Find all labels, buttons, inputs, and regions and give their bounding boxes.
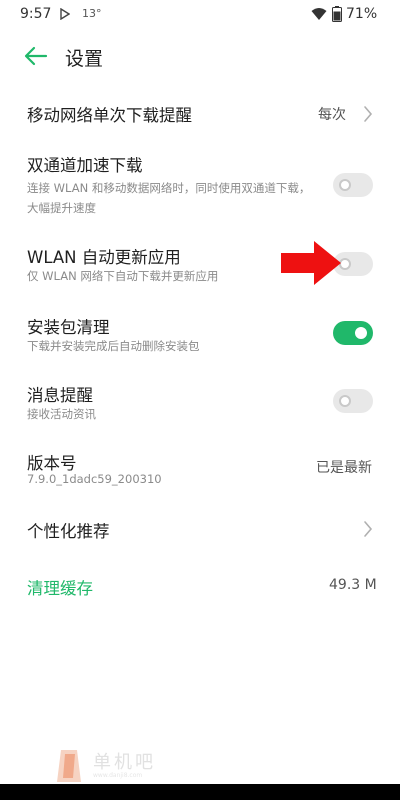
- package-cleanup-toggle[interactable]: [333, 321, 373, 345]
- setting-title: 双通道加速下载: [27, 156, 143, 175]
- notifications-toggle[interactable]: [333, 389, 373, 413]
- setting-title: 消息提醒: [27, 386, 93, 405]
- setting-title: 安装包清理: [27, 318, 110, 337]
- red-arrow-annotation-icon: [281, 241, 341, 285]
- setting-title: 个性化推荐: [27, 522, 110, 541]
- setting-notifications[interactable]: 消息提醒 接收活动资讯: [0, 378, 400, 432]
- setting-title: 清理缓存: [27, 579, 93, 598]
- watermark-url: www.danji8.com: [93, 772, 143, 779]
- chevron-right-icon: [364, 521, 373, 537]
- play-notification-icon: [60, 8, 70, 20]
- battery-percent: 71%: [346, 6, 378, 22]
- setting-subtitle: 下载并安装完成后自动删除安装包: [27, 339, 200, 353]
- setting-version[interactable]: 版本号 7.9.0_1dadc59_200310 已是最新: [0, 446, 400, 500]
- setting-value: 49.3 M: [329, 577, 377, 593]
- status-time: 9:57: [20, 6, 52, 22]
- setting-value: 每次: [318, 107, 346, 123]
- setting-value: 已是最新: [316, 460, 372, 476]
- setting-package-cleanup[interactable]: 安装包清理 下载并安装完成后自动删除安装包: [0, 310, 400, 364]
- setting-subtitle: 仅 WLAN 网络下自动下载并更新应用: [27, 269, 219, 283]
- header: 设置: [0, 36, 400, 76]
- setting-subtitle: 接收活动资讯: [27, 407, 96, 421]
- watermark-logo-icon: [57, 750, 81, 782]
- setting-mobile-download-prompt[interactable]: 移动网络单次下载提醒 每次: [0, 92, 400, 136]
- wifi-icon: [311, 8, 327, 20]
- watermark-text: 单机吧: [93, 752, 156, 773]
- status-temperature: 13°: [82, 7, 102, 20]
- battery-icon: [332, 6, 342, 22]
- setting-clear-cache[interactable]: 清理缓存 49.3 M: [0, 566, 400, 610]
- status-bar: 9:57 13° 71%: [0, 0, 400, 30]
- chevron-right-icon: [364, 106, 373, 122]
- toggle-knob: [355, 327, 367, 339]
- setting-subtitle: 7.9.0_1dadc59_200310: [27, 472, 162, 486]
- dual-channel-toggle[interactable]: [333, 173, 373, 197]
- setting-personalized[interactable]: 个性化推荐: [0, 508, 400, 552]
- setting-subtitle: 连接 WLAN 和移动数据网络时，同时使用双通道下载，大幅提升速度: [27, 181, 311, 215]
- arrow-left-icon[interactable]: [22, 42, 50, 70]
- toggle-knob: [339, 395, 351, 407]
- page-title: 设置: [65, 48, 104, 70]
- setting-title: 移动网络单次下载提醒: [27, 106, 192, 125]
- toggle-knob: [339, 179, 351, 191]
- setting-dual-channel[interactable]: 双通道加速下载 连接 WLAN 和移动数据网络时，同时使用双通道下载，大幅提升速…: [0, 148, 400, 224]
- system-nav-bar: [0, 784, 400, 800]
- watermark: 单机吧 www.danji8.com: [55, 748, 175, 788]
- setting-title: WLAN 自动更新应用: [27, 248, 181, 267]
